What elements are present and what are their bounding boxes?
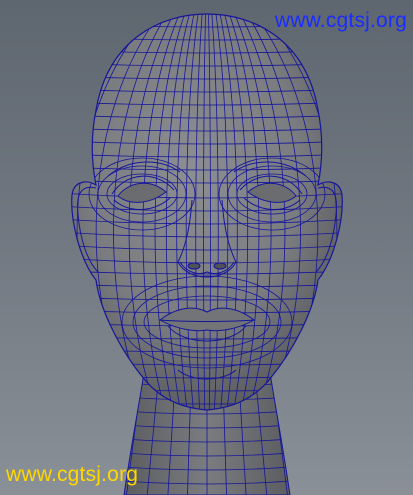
watermark-bottom: www.cgtsj.org xyxy=(6,463,139,486)
3d-viewport[interactable]: www.cgtsj.org www.cgtsj.org xyxy=(0,0,413,495)
head-mesh xyxy=(71,13,343,411)
head-mesh-model[interactable] xyxy=(0,0,413,495)
watermark-top: www.cgtsj.org xyxy=(274,9,407,32)
